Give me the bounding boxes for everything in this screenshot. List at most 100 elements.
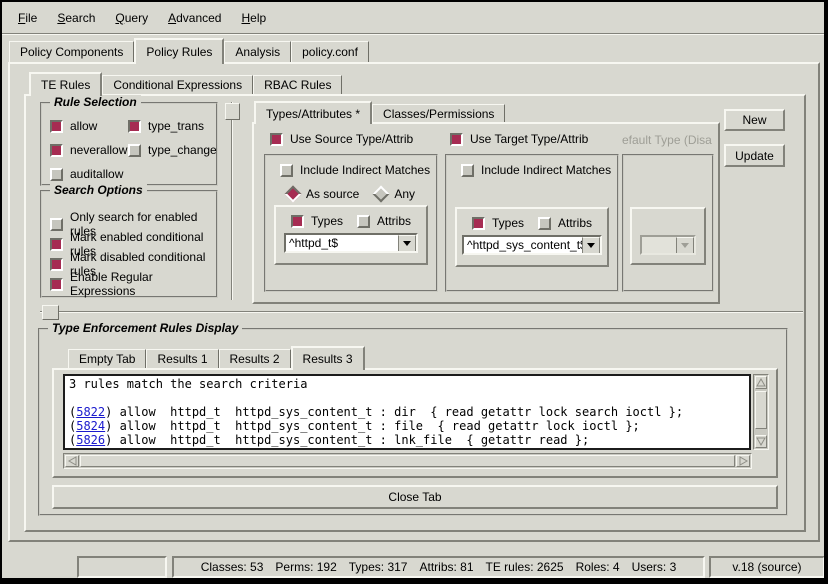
update-button[interactable]: Update bbox=[724, 144, 785, 167]
checkbox-allow[interactable]: allow bbox=[50, 119, 128, 133]
tab-policy-conf[interactable]: policy.conf bbox=[291, 41, 369, 62]
app-window: FileSearchQueryAdvancedHelp Policy Compo… bbox=[0, 0, 828, 584]
mnemonic-letter: F bbox=[18, 11, 25, 25]
target-types-box: Types Attribs ^httpd_sys_content_t$ bbox=[455, 207, 609, 267]
tab-conditional-expressions[interactable]: Conditional Expressions bbox=[102, 75, 253, 94]
use-target-checkbox[interactable]: Use Target Type/Attrib bbox=[450, 132, 588, 146]
status-box-empty bbox=[77, 556, 167, 578]
scroll-right-icon[interactable] bbox=[736, 455, 750, 467]
tab-results-3[interactable]: Results 3 bbox=[291, 346, 365, 370]
menu-bar: FileSearchQueryAdvancedHelp bbox=[8, 6, 276, 30]
checkbox-type-trans[interactable]: type_trans bbox=[128, 119, 217, 133]
checkbox-icon bbox=[357, 215, 370, 228]
menu-search[interactable]: Search bbox=[47, 8, 105, 28]
blank-line bbox=[69, 391, 745, 405]
results-text-area[interactable]: 3 rules match the search criteria (5822)… bbox=[63, 374, 751, 450]
checkbox-enable-regular-expressions[interactable]: Enable Regular Expressions bbox=[50, 270, 216, 298]
rule-line: (5824) allow httpd_t httpd_sys_content_t… bbox=[69, 419, 745, 433]
tab-results-1[interactable]: Results 1 bbox=[146, 349, 218, 368]
scroll-up-icon[interactable] bbox=[755, 376, 767, 389]
checkbox-icon bbox=[270, 133, 283, 146]
tab-results-2[interactable]: Results 2 bbox=[219, 349, 291, 368]
search-options-list: Only search for enabled rulesMark enable… bbox=[50, 214, 216, 294]
tab-analysis[interactable]: Analysis bbox=[224, 41, 291, 62]
menu-separator bbox=[2, 33, 824, 35]
checkbox-icon bbox=[50, 120, 63, 133]
use-source-label: Use Source Type/Attrib bbox=[290, 132, 413, 146]
search-options-title: Search Options bbox=[50, 183, 147, 197]
mnemonic-letter: A bbox=[168, 11, 176, 25]
source-attribs-checkbox[interactable]: Attribs bbox=[357, 214, 411, 228]
mnemonic-letter: S bbox=[57, 11, 65, 25]
checkbox-icon bbox=[50, 238, 63, 251]
menu-query[interactable]: Query bbox=[105, 8, 158, 28]
target-types-checkbox[interactable]: Types bbox=[472, 216, 524, 230]
target-type-value[interactable]: ^httpd_sys_content_t$ bbox=[464, 237, 582, 253]
vertical-scroll-thumb[interactable] bbox=[755, 391, 767, 429]
horizontal-sash-grip[interactable] bbox=[42, 305, 59, 320]
checkbox-icon bbox=[50, 144, 63, 157]
source-indirect-checkbox[interactable]: Include Indirect Matches bbox=[280, 163, 430, 177]
default-type-combobox bbox=[640, 235, 696, 255]
target-indirect-label: Include Indirect Matches bbox=[481, 163, 611, 177]
target-combo-arrow-button[interactable] bbox=[582, 237, 600, 253]
radio-as-source[interactable]: As source bbox=[287, 187, 359, 201]
radio-icon bbox=[284, 186, 301, 203]
stat-attribs: Attribs: 81 bbox=[419, 560, 473, 574]
checkbox-icon bbox=[128, 144, 141, 157]
target-types-label: Types bbox=[492, 216, 524, 230]
checkbox-icon bbox=[538, 217, 551, 230]
menu-advanced[interactable]: Advanced bbox=[158, 8, 231, 28]
checkbox-type-change[interactable]: type_change bbox=[128, 143, 217, 157]
default-type-box bbox=[630, 207, 706, 265]
checkbox-neverallow[interactable]: neverallow bbox=[50, 143, 128, 157]
results-header: 3 rules match the search criteria bbox=[69, 377, 745, 391]
checkbox-icon bbox=[461, 164, 474, 177]
scroll-down-icon[interactable] bbox=[755, 435, 767, 448]
default-type-frame bbox=[622, 154, 714, 292]
vertical-scrollbar[interactable] bbox=[753, 374, 769, 450]
menu-help[interactable]: Help bbox=[231, 8, 276, 28]
checkbox-label: allow bbox=[70, 119, 97, 133]
source-type-value[interactable]: ^httpd_t$ bbox=[286, 235, 398, 251]
source-frame: Include Indirect Matches As source Any T… bbox=[264, 154, 438, 292]
checkbox-label: type_trans bbox=[148, 119, 204, 133]
tab-policy-rules[interactable]: Policy Rules bbox=[134, 38, 224, 64]
source-type-combobox[interactable]: ^httpd_t$ bbox=[284, 233, 418, 253]
new-button[interactable]: New bbox=[724, 109, 785, 131]
tab-rbac-rules[interactable]: RBAC Rules bbox=[253, 75, 342, 94]
tab-classes-permissions[interactable]: Classes/Permissions bbox=[372, 104, 505, 122]
target-types-attribs-row: Types Attribs bbox=[472, 216, 592, 230]
radio-any-label: Any bbox=[394, 187, 415, 201]
target-indirect-checkbox[interactable]: Include Indirect Matches bbox=[461, 163, 611, 177]
vertical-sash-grip[interactable] bbox=[225, 103, 240, 120]
target-type-combobox[interactable]: ^httpd_sys_content_t$ bbox=[462, 235, 602, 255]
rule-link-5824[interactable]: 5824 bbox=[76, 419, 105, 433]
tab-te-rules[interactable]: TE Rules bbox=[29, 72, 102, 96]
tab-policy-components[interactable]: Policy Components bbox=[9, 41, 134, 62]
search-options-frame: Search Options Only search for enabled r… bbox=[40, 190, 218, 298]
tab-empty-tab[interactable]: Empty Tab bbox=[68, 349, 146, 368]
checkbox-auditallow[interactable]: auditallow bbox=[50, 167, 128, 181]
source-radio-group: As source Any bbox=[266, 187, 436, 201]
horizontal-scrollbar[interactable] bbox=[63, 453, 752, 469]
source-types-checkbox[interactable]: Types bbox=[291, 214, 343, 228]
horizontal-sash-line bbox=[40, 311, 803, 313]
version-label: v.18 (source) bbox=[732, 560, 801, 574]
types-attributes-tab-bar: Types/Attributes *Classes/Permissions bbox=[254, 104, 505, 122]
menu-file[interactable]: File bbox=[8, 8, 47, 28]
tab-types-attributes[interactable]: Types/Attributes * bbox=[254, 101, 372, 124]
radio-any[interactable]: Any bbox=[375, 187, 415, 201]
close-tab-button[interactable]: Close Tab bbox=[52, 485, 778, 509]
use-source-checkbox[interactable]: Use Source Type/Attrib bbox=[270, 132, 413, 146]
target-attribs-label: Attribs bbox=[558, 216, 592, 230]
rule-link-5826[interactable]: 5826 bbox=[76, 433, 105, 447]
horizontal-scroll-thumb[interactable] bbox=[80, 455, 735, 467]
rule-link-5822[interactable]: 5822 bbox=[76, 405, 105, 419]
stat-types: Types: 317 bbox=[349, 560, 408, 574]
checkbox-icon bbox=[50, 278, 63, 291]
target-attribs-checkbox[interactable]: Attribs bbox=[538, 216, 592, 230]
source-combo-arrow-button[interactable] bbox=[398, 235, 416, 251]
rules-tab-bar: TE RulesConditional ExpressionsRBAC Rule… bbox=[29, 75, 342, 94]
scroll-left-icon[interactable] bbox=[65, 455, 79, 467]
